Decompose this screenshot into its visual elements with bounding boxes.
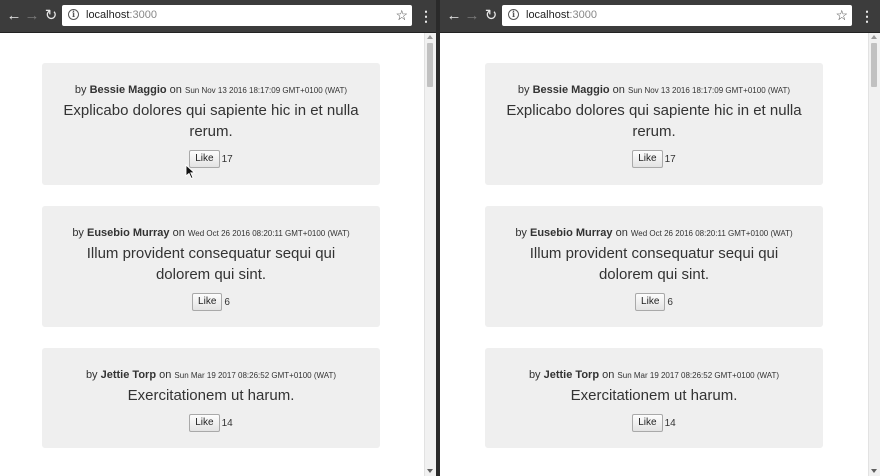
scroll-thumb[interactable] xyxy=(871,43,877,87)
post-date: Wed Oct 26 2016 08:20:11 GMT+0100 (WAT) xyxy=(630,229,793,238)
forward-icon[interactable]: → xyxy=(22,6,42,26)
post-meta: by Bessie Maggio on Sun Nov 13 2016 18:1… xyxy=(517,84,791,96)
post-author: Eusebio Murray xyxy=(530,227,613,239)
like-button[interactable]: Like xyxy=(189,414,220,432)
post-date: Sun Mar 19 2017 08:26:52 GMT+0100 (WAT) xyxy=(617,371,780,380)
post-meta: by Eusebio Murray on Wed Oct 26 2016 08:… xyxy=(515,227,793,239)
reload-icon[interactable]: ↻ xyxy=(41,6,61,26)
post-author: Jettie Torp xyxy=(100,369,157,381)
back-icon[interactable]: ← xyxy=(444,6,464,26)
like-count: 17 xyxy=(221,153,233,165)
reload-icon[interactable]: ↻ xyxy=(481,6,501,26)
post-card: by Eusebio Murray on Wed Oct 26 2016 08:… xyxy=(485,206,823,327)
kebab-menu-icon[interactable]: ⋮ xyxy=(860,6,874,26)
post-meta: by Jettie Torp on Sun Mar 19 2017 08:26:… xyxy=(85,369,337,381)
post-author: Jettie Torp xyxy=(543,369,600,381)
mouse-cursor-icon xyxy=(185,164,196,180)
like-button[interactable]: Like xyxy=(632,414,663,432)
like-row: Like 17 xyxy=(42,150,380,168)
page-viewport: by Bessie Maggio on Sun Nov 13 2016 18:1… xyxy=(440,33,880,476)
like-row: Like 14 xyxy=(485,414,823,432)
post-date: Wed Oct 26 2016 08:20:11 GMT+0100 (WAT) xyxy=(187,229,350,238)
post-date: Sun Nov 13 2016 18:17:09 GMT+0100 (WAT) xyxy=(184,86,348,95)
like-button[interactable]: Like xyxy=(632,150,663,168)
like-row: Like 6 xyxy=(42,293,380,311)
post-meta: by Eusebio Murray on Wed Oct 26 2016 08:… xyxy=(72,227,350,239)
post-date: Sun Nov 13 2016 18:17:09 GMT+0100 (WAT) xyxy=(627,86,791,95)
star-icon[interactable]: ☆ xyxy=(835,5,848,25)
scroll-up-arrow-icon[interactable] xyxy=(871,35,877,39)
scroll-thumb[interactable] xyxy=(427,43,433,87)
back-icon[interactable]: ← xyxy=(4,6,24,26)
info-icon[interactable]: i xyxy=(68,9,79,20)
post-author: Bessie Maggio xyxy=(89,84,167,96)
post-card: by Eusebio Murray on Wed Oct 26 2016 08:… xyxy=(42,206,380,327)
like-row: Like 6 xyxy=(485,293,823,311)
forward-icon[interactable]: → xyxy=(462,6,482,26)
post-card: by Jettie Torp on Sun Mar 19 2017 08:26:… xyxy=(485,348,823,448)
browser-window-left: ← → ↻ i localhost:3000 ☆ ⋮ by Bessie Mag… xyxy=(0,0,436,476)
vertical-scrollbar[interactable] xyxy=(868,33,880,476)
scroll-down-arrow-icon[interactable] xyxy=(871,469,877,473)
post-date: Sun Mar 19 2017 08:26:52 GMT+0100 (WAT) xyxy=(174,371,337,380)
post-card: by Bessie Maggio on Sun Nov 13 2016 18:1… xyxy=(485,63,823,185)
vertical-scrollbar[interactable] xyxy=(424,33,436,476)
like-count: 14 xyxy=(664,417,676,429)
browser-toolbar: ← → ↻ i localhost:3000 ☆ ⋮ xyxy=(440,0,880,33)
post-title: Illum provident consequatur sequi qui do… xyxy=(529,245,779,283)
info-icon[interactable]: i xyxy=(508,9,519,20)
post-title: Exercitationem ut harum. xyxy=(127,387,295,404)
post-title: Explicabo dolores qui sapiente hic in et… xyxy=(63,102,359,140)
like-button[interactable]: Like xyxy=(192,293,223,311)
post-author: Bessie Maggio xyxy=(532,84,610,96)
post-card: by Jettie Torp on Sun Mar 19 2017 08:26:… xyxy=(42,348,380,448)
post-title: Explicabo dolores qui sapiente hic in et… xyxy=(506,102,802,140)
address-bar[interactable]: i localhost:3000 ☆ xyxy=(62,5,412,26)
browser-window-right: ← → ↻ i localhost:3000 ☆ ⋮ by Bessie Mag… xyxy=(440,0,880,476)
url-text: localhost:3000 xyxy=(526,9,597,21)
like-row: Like 14 xyxy=(42,414,380,432)
like-row: Like 17 xyxy=(485,150,823,168)
address-bar[interactable]: i localhost:3000 ☆ xyxy=(502,5,852,26)
post-title: Illum provident consequatur sequi qui do… xyxy=(86,245,336,283)
like-count: 14 xyxy=(221,417,233,429)
url-text: localhost:3000 xyxy=(86,9,157,21)
kebab-menu-icon[interactable]: ⋮ xyxy=(419,6,433,26)
like-button[interactable]: Like xyxy=(635,293,666,311)
post-title: Exercitationem ut harum. xyxy=(570,387,738,404)
like-count: 6 xyxy=(667,296,673,308)
star-icon[interactable]: ☆ xyxy=(395,5,408,25)
scroll-up-arrow-icon[interactable] xyxy=(427,35,433,39)
post-card: by Bessie Maggio on Sun Nov 13 2016 18:1… xyxy=(42,63,380,185)
page-viewport: by Bessie Maggio on Sun Nov 13 2016 18:1… xyxy=(0,33,436,476)
post-meta: by Bessie Maggio on Sun Nov 13 2016 18:1… xyxy=(74,84,348,96)
like-count: 17 xyxy=(664,153,676,165)
post-meta: by Jettie Torp on Sun Mar 19 2017 08:26:… xyxy=(528,369,780,381)
scroll-down-arrow-icon[interactable] xyxy=(427,469,433,473)
like-count: 6 xyxy=(224,296,230,308)
post-author: Eusebio Murray xyxy=(87,227,170,239)
browser-toolbar: ← → ↻ i localhost:3000 ☆ ⋮ xyxy=(0,0,436,33)
